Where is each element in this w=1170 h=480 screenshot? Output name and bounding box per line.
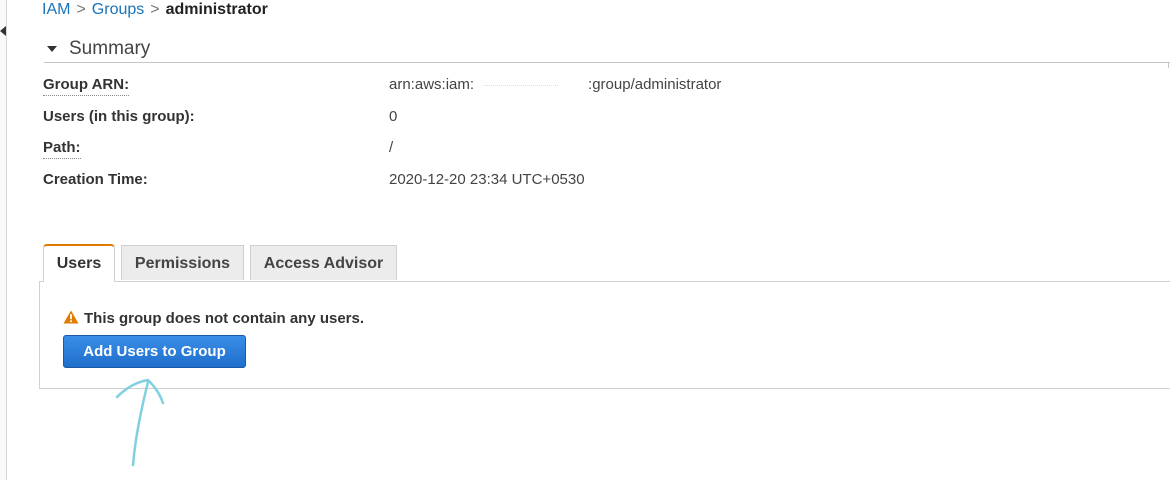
creation-time-value: 2020-12-20 23:34 UTC+0530 xyxy=(389,171,585,188)
users-tab-panel: This group does not contain any users. A… xyxy=(39,281,1170,389)
summary-title: Summary xyxy=(69,38,151,59)
users-count-label: Users (in this group): xyxy=(43,108,195,125)
tab-permissions[interactable]: Permissions xyxy=(121,245,244,280)
warning-icon xyxy=(63,310,79,324)
redacted-account-id xyxy=(476,81,586,89)
summary-divider-edge xyxy=(1168,62,1169,68)
add-users-to-group-button[interactable]: Add Users to Group xyxy=(63,335,246,368)
summary-row-creation-time: Creation Time: 2020-12-20 23:34 UTC+0530 xyxy=(0,170,1170,192)
tab-access-advisor[interactable]: Access Advisor xyxy=(250,245,397,280)
path-label: Path: xyxy=(43,138,81,159)
group-arn-label: Group ARN: xyxy=(43,75,130,96)
breadcrumb: IAM > Groups > administrator xyxy=(42,0,268,20)
caret-down-icon[interactable] xyxy=(47,46,57,52)
left-sidebar-rail xyxy=(0,0,7,480)
breadcrumb-separator: > xyxy=(150,1,160,18)
group-arn-prefix: arn:aws:iam: xyxy=(389,76,475,93)
empty-group-notice: This group does not contain any users. xyxy=(63,310,364,328)
breadcrumb-link-groups[interactable]: Groups xyxy=(92,1,144,18)
breadcrumb-separator: > xyxy=(76,1,86,18)
caret-left-icon[interactable] xyxy=(0,26,6,36)
empty-group-notice-text: This group does not contain any users. xyxy=(84,310,365,327)
summary-section-header[interactable]: Summary xyxy=(44,38,1170,63)
hand-drawn-arrow-icon xyxy=(115,378,165,467)
group-arn-value: arn:aws:iam: :group/administrator xyxy=(389,75,721,95)
summary-row-path: Path: / xyxy=(0,138,1170,160)
tab-users[interactable]: Users xyxy=(43,244,115,282)
path-value: / xyxy=(389,139,394,156)
breadcrumb-current: administrator xyxy=(165,1,268,18)
creation-time-label: Creation Time: xyxy=(43,171,148,188)
group-arn-suffix: :group/administrator xyxy=(588,76,722,93)
summary-row-users-count: Users (in this group): 0 xyxy=(0,107,1170,129)
users-count-value: 0 xyxy=(389,108,398,125)
summary-row-group-arn: Group ARN: arn:aws:iam: :group/administra… xyxy=(0,75,1170,97)
breadcrumb-link-iam[interactable]: IAM xyxy=(42,1,70,18)
